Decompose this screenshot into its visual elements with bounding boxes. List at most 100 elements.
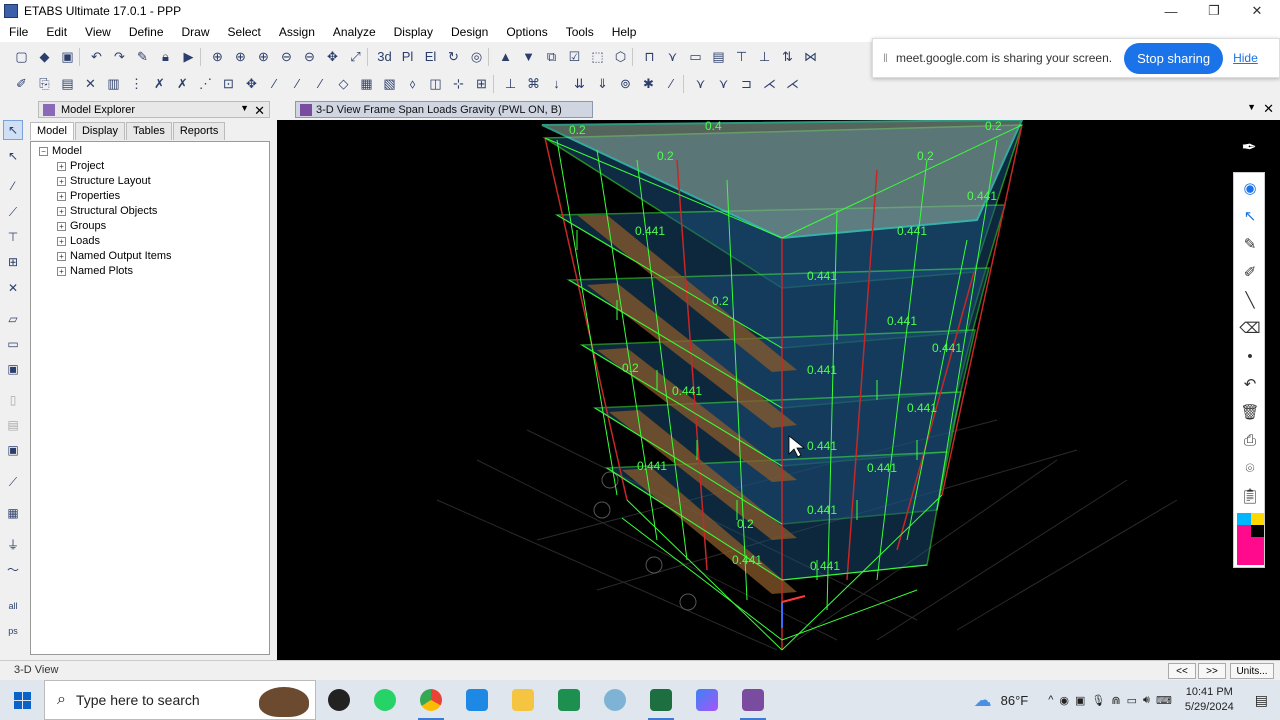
start-button[interactable] <box>0 680 44 720</box>
refresh-icon[interactable]: ✎ <box>131 46 154 68</box>
hide-share-bar-link[interactable]: Hide <box>1233 51 1258 65</box>
tree-item-structural-objects[interactable]: + Structural Objects <box>57 205 157 217</box>
taskbar-app-copilot[interactable] <box>684 680 730 720</box>
taskbar-app-recorder[interactable] <box>316 680 362 720</box>
close-button[interactable]: ✕ <box>1236 0 1278 22</box>
color-swatch-yellow[interactable] <box>1251 513 1264 525</box>
draw-tendon-icon[interactable]: ▣ <box>3 440 23 460</box>
stop-sharing-button[interactable]: Stop sharing <box>1124 42 1224 74</box>
move-up-icon[interactable]: ▲ <box>494 46 517 68</box>
microphone-icon[interactable]: 🎙︎ <box>1091 694 1105 707</box>
expand-icon[interactable]: + <box>57 161 66 171</box>
taskbar-search-box[interactable]: ⌕ Type here to search <box>44 680 316 720</box>
tree-item-project[interactable]: + Project <box>57 160 104 172</box>
snap-tool-icon[interactable]: ⊹ <box>447 73 470 95</box>
zoom-previous-icon[interactable]: ⊖ <box>298 46 321 68</box>
move-down-icon[interactable]: ▼ <box>517 46 540 68</box>
opening-tool-icon[interactable]: ▧ <box>378 73 401 95</box>
tree-item-named-output-items[interactable]: + Named Output Items <box>57 250 172 262</box>
clipboard-icon[interactable]: 📋︎ <box>1238 485 1262 507</box>
line-tool-3-icon[interactable]: ⁄ <box>309 73 332 95</box>
rotate-view-icon[interactable]: ↻ <box>442 46 465 68</box>
grid-icon[interactable]: ⋮ <box>125 73 148 95</box>
menu-display[interactable]: Display <box>385 25 442 39</box>
view-plan-icon[interactable]: Pl <box>396 46 419 68</box>
restore-button[interactable]: ❐ <box>1193 0 1235 22</box>
redo-icon[interactable]: ↷ <box>108 46 131 68</box>
seismic-load-icon[interactable]: ⋎ <box>712 73 735 95</box>
view-tab-3d[interactable]: 3-D View Frame Span Loads Gravity (PWL O… <box>295 101 593 118</box>
new-model-icon[interactable]: ▢ <box>10 46 33 68</box>
undo-icon[interactable]: ↶ <box>85 46 108 68</box>
draw-dimension-icon[interactable]: ⟋ <box>3 472 23 492</box>
line-tool-1-icon[interactable]: ⁄ <box>263 73 286 95</box>
notification-icon[interactable]: ▤ <box>1255 692 1268 709</box>
view-elevation-icon[interactable]: El <box>419 46 442 68</box>
line-tool-icon[interactable]: ╲ <box>1238 289 1262 311</box>
assign-icon[interactable]: ⬚ <box>586 46 609 68</box>
show-hidden-icons-icon[interactable]: ^ <box>1048 694 1053 706</box>
draw-column-left-icon[interactable]: ⊤ <box>3 227 23 247</box>
trash-icon[interactable]: 🗑︎ <box>1238 401 1262 423</box>
object-shrink-icon[interactable]: ⧉ <box>540 46 563 68</box>
menu-define[interactable]: Define <box>120 25 173 39</box>
taskbar-app-sketch[interactable] <box>592 680 638 720</box>
tree-item-groups[interactable]: + Groups <box>57 220 106 232</box>
chart-icon[interactable]: ▥ <box>102 73 125 95</box>
draw-stair-icon[interactable]: ▤ <box>3 415 23 435</box>
pointer-tool-icon[interactable]: ✐ <box>10 73 33 95</box>
intersect-icon[interactable]: ✗ <box>148 73 171 95</box>
draw-line-icon[interactable]: ⁄ <box>3 176 23 196</box>
tab-reports[interactable]: Reports <box>172 122 226 140</box>
camera-icon[interactable]: ⌾ <box>1238 457 1262 479</box>
units-button[interactable]: Units... <box>1230 663 1274 679</box>
set-display-options-icon[interactable]: ☑ <box>563 46 586 68</box>
line-tool-2-icon[interactable]: ⁄ <box>286 73 309 95</box>
3d-model-canvas[interactable]: 0.2 0.4 0.2 0.2 0.2 0.441 0.441 0.441 0.… <box>277 120 1280 660</box>
color-swatch-black[interactable] <box>1251 525 1264 537</box>
quick-draw-icon[interactable]: ⊞ <box>470 73 493 95</box>
pen-marker-icon[interactable]: ✒ <box>1237 137 1261 161</box>
view-dropdown-icon[interactable]: ▼ <box>1247 102 1256 112</box>
eye-icon[interactable]: ◉ <box>1238 177 1262 199</box>
zoom-in-icon[interactable]: ⊕ <box>252 46 275 68</box>
pan-icon[interactable]: ✥ <box>321 46 344 68</box>
copy-icon[interactable]: ⎘ <box>33 73 56 95</box>
menu-assign[interactable]: Assign <box>270 25 324 39</box>
draw-beam-icon[interactable]: ⊤ <box>730 46 753 68</box>
taskbar-app-whatsapp[interactable] <box>362 680 408 720</box>
frame-load-icon[interactable]: ⇊ <box>568 73 591 95</box>
draw-brace-left-icon[interactable]: ✕ <box>3 278 23 298</box>
taskbar-clock[interactable]: 10:41 PM 5/29/2024 <box>1185 685 1234 715</box>
rubber-band-icon[interactable]: ⤢ <box>344 46 367 68</box>
lock-icon[interactable]: 🔒︎ <box>154 46 177 68</box>
tab-model[interactable]: Model <box>30 122 74 140</box>
select-pointer-icon[interactable]: ↖ <box>3 120 23 140</box>
menu-edit[interactable]: Edit <box>37 25 76 39</box>
eraser-icon[interactable]: ⌫ <box>1238 317 1262 339</box>
paste-icon[interactable]: ▤ <box>56 73 79 95</box>
menu-tools[interactable]: Tools <box>557 25 603 39</box>
stair-tool-icon[interactable]: ⬨ <box>401 73 424 95</box>
run-analysis-icon[interactable]: ▶ <box>177 46 200 68</box>
zoom-window-icon[interactable]: ⊕ <box>206 46 229 68</box>
previous-view-button[interactable]: << <box>1168 663 1196 679</box>
expand-icon[interactable]: + <box>57 221 66 231</box>
taskbar-app-remote-desktop[interactable] <box>454 680 500 720</box>
tab-display[interactable]: Display <box>74 122 126 140</box>
align-icon[interactable]: ⊡ <box>217 73 240 95</box>
draw-rectangle-icon[interactable]: ▭ <box>3 334 23 354</box>
view-3d-icon[interactable]: 3d <box>373 46 396 68</box>
draw-curve-icon[interactable]: 〜 <box>3 559 23 579</box>
speaker-icon[interactable]: 🔊︎ <box>1143 694 1150 707</box>
expand-icon[interactable]: + <box>57 251 66 261</box>
zoom-out-icon[interactable]: ⊖ <box>275 46 298 68</box>
draw-grid-icon[interactable]: ▦ <box>3 503 23 523</box>
draw-beam-left-icon[interactable]: ⟋ <box>3 202 23 222</box>
tree-root-model[interactable]: − Model <box>39 145 82 157</box>
select-all-icon[interactable]: all <box>3 596 23 616</box>
wall-tool-icon[interactable]: ▦ <box>355 73 378 95</box>
network-icon[interactable]: ⋒ <box>1111 694 1120 707</box>
keyboard-icon[interactable]: ⌨ <box>1156 694 1172 707</box>
draw-area-icon[interactable]: ▱ <box>3 309 23 329</box>
